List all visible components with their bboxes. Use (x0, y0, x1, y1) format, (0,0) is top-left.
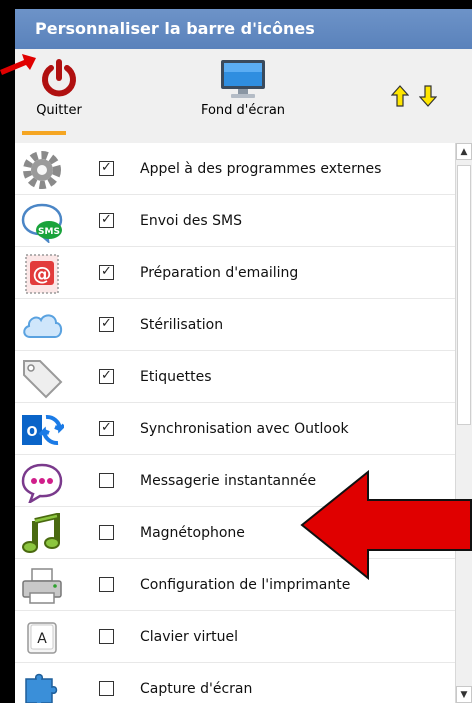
toolbar: Quitter Fond d'écran (15, 49, 472, 144)
list-item[interactable]: Capture d'écran (15, 663, 455, 703)
scroll-down-button[interactable]: ▼ (456, 686, 472, 703)
item-label: Envoi des SMS (140, 213, 243, 229)
list-item[interactable]: Configuration de l'imprimante (15, 559, 455, 611)
list-item[interactable]: SMS ✓ Envoi des SMS (15, 195, 455, 247)
icon-list: ✓ Appel à des programmes externes SMS ✓ … (15, 143, 455, 703)
music-note-icon (22, 513, 60, 553)
list-item[interactable]: ✓ Stérilisation (15, 299, 455, 351)
list-item[interactable]: Messagerie instantannée (15, 455, 455, 507)
list-item[interactable]: Magnétophone (15, 507, 455, 559)
item-label: Capture d'écran (140, 681, 253, 697)
power-icon (42, 59, 76, 97)
list-item[interactable]: A Clavier virtuel (15, 611, 455, 663)
scroll-thumb[interactable] (457, 165, 471, 425)
item-label: Etiquettes (140, 369, 212, 385)
sms-bubble-icon: SMS (21, 203, 63, 243)
email-at-icon: @ (25, 254, 59, 294)
cloud-icon (23, 314, 63, 338)
item-checkbox[interactable] (99, 577, 114, 592)
item-checkbox[interactable] (99, 681, 114, 696)
wallpaper-button[interactable]: Fond d'écran (183, 59, 303, 118)
item-label: Configuration de l'imprimante (140, 577, 351, 593)
item-checkbox[interactable]: ✓ (99, 421, 114, 436)
tag-icon (23, 360, 63, 399)
item-label: Préparation d'emailing (140, 265, 299, 281)
monitor-icon (221, 60, 265, 98)
item-checkbox[interactable] (99, 629, 114, 644)
list-item[interactable]: ✓ Etiquettes (15, 351, 455, 403)
keyboard-key-icon: A (27, 622, 57, 654)
item-checkbox[interactable]: ✓ (99, 213, 114, 228)
svg-text:A: A (37, 631, 47, 647)
svg-text:O: O (26, 425, 37, 440)
svg-text:@: @ (33, 263, 52, 285)
item-checkbox[interactable]: ✓ (99, 369, 114, 384)
selection-indicator (22, 131, 66, 135)
item-checkbox[interactable]: ✓ (99, 317, 114, 332)
check-mark: ✓ (101, 316, 112, 331)
item-label: Messagerie instantannée (140, 473, 317, 489)
printer-icon (22, 568, 62, 604)
item-checkbox[interactable]: ✓ (99, 161, 114, 176)
scroll-up-button[interactable]: ▲ (456, 143, 472, 160)
item-checkbox[interactable] (99, 473, 114, 488)
check-mark: ✓ (101, 212, 112, 227)
check-mark: ✓ (101, 368, 112, 383)
customize-toolbar-window: Personnaliser la barre d'icônes Quitter … (15, 9, 472, 703)
check-mark: ✓ (101, 420, 112, 435)
check-mark: ✓ (101, 160, 112, 175)
list-item[interactable]: O ✓ Synchronisation avec Outlook (15, 403, 455, 455)
quit-label: Quitter (36, 103, 82, 118)
outlook-sync-icon: O (22, 414, 64, 446)
puzzle-icon (25, 673, 58, 703)
window-title: Personnaliser la barre d'icônes (15, 9, 472, 49)
arrow-down-icon[interactable] (419, 85, 437, 107)
wallpaper-label: Fond d'écran (200, 103, 286, 118)
list-scrollbar[interactable]: ▲ ▼ (455, 143, 472, 703)
svg-text:SMS: SMS (38, 227, 60, 237)
item-label: Magnétophone (140, 525, 245, 541)
item-label: Appel à des programmes externes (140, 161, 382, 177)
item-label: Stérilisation (140, 317, 224, 333)
list-item[interactable]: ✓ Appel à des programmes externes (15, 143, 455, 195)
list-item[interactable]: @ ✓ Préparation d'emailing (15, 247, 455, 299)
chat-bubble-icon (21, 463, 63, 503)
arrow-up-icon[interactable] (391, 85, 409, 107)
quit-button[interactable]: Quitter (27, 59, 91, 118)
item-label: Synchronisation avec Outlook (140, 421, 349, 437)
check-mark: ✓ (101, 264, 112, 279)
item-checkbox[interactable] (99, 525, 114, 540)
gear-icon (23, 151, 61, 189)
item-label: Clavier virtuel (140, 629, 239, 645)
item-checkbox[interactable]: ✓ (99, 265, 114, 280)
